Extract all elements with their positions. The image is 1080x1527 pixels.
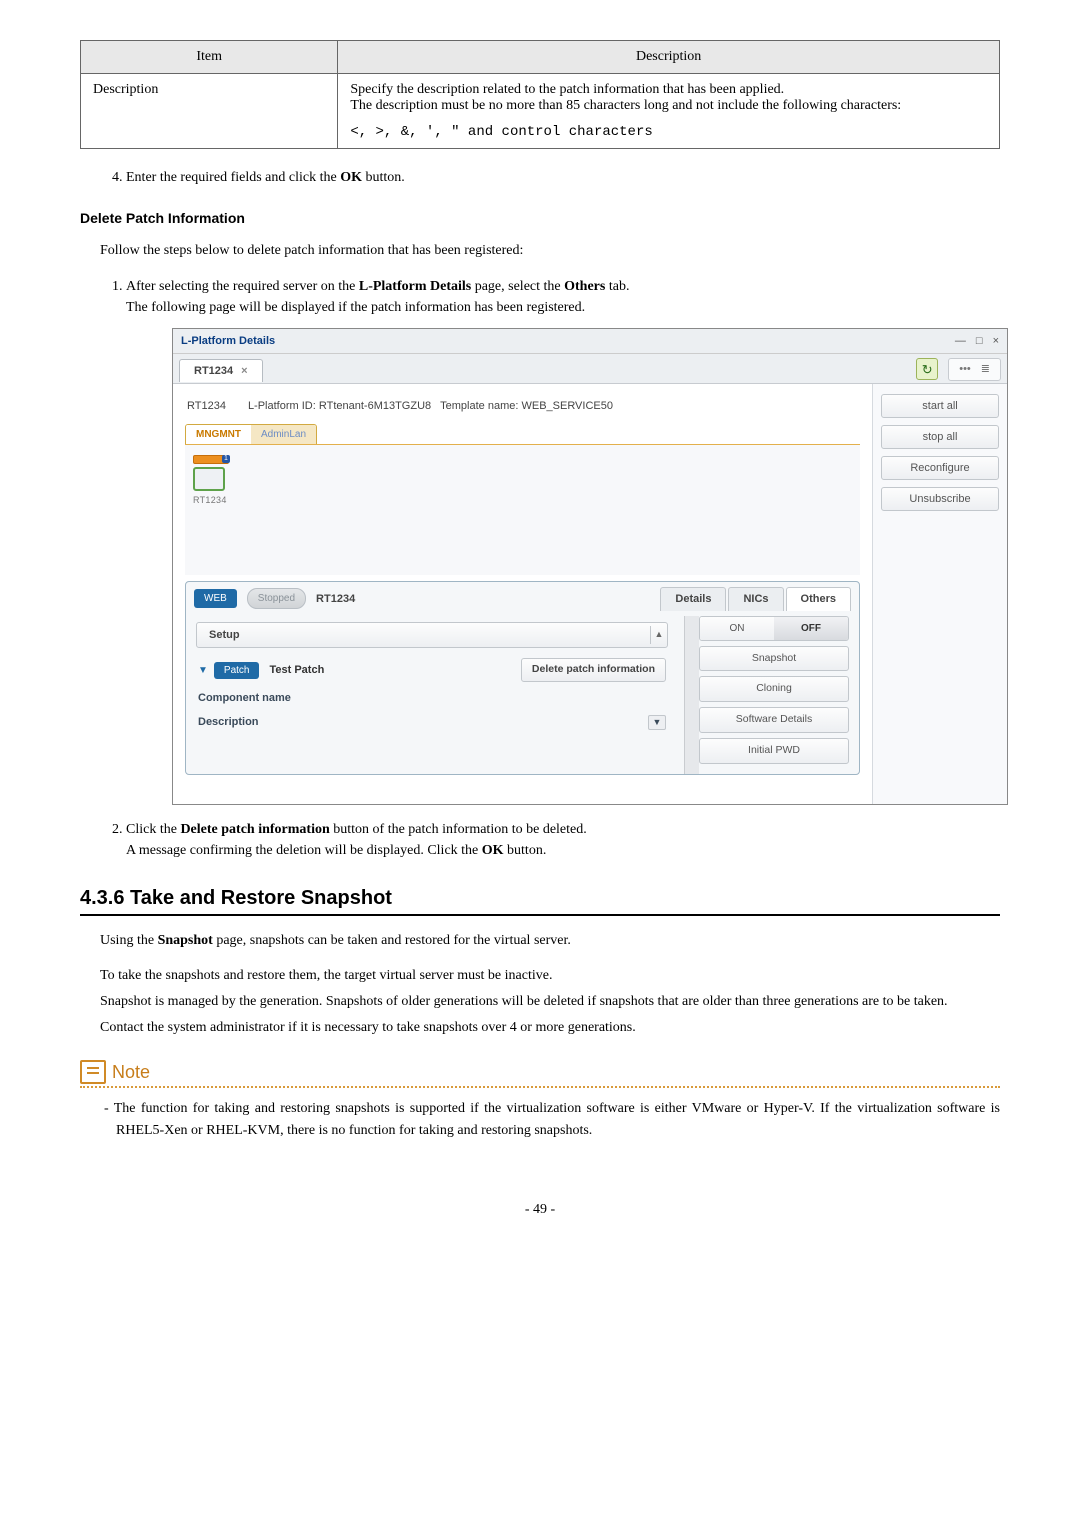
scroll-down-icon[interactable]: ▼ xyxy=(648,715,666,731)
component-name-row: Component name xyxy=(196,686,668,711)
patch-row: ▼ Patch Test Patch Delete patch informat… xyxy=(196,654,668,686)
scrollbar[interactable] xyxy=(684,616,699,774)
tab-adminlan[interactable]: AdminLan xyxy=(251,425,316,444)
toolbar-right[interactable]: ••• ≣ xyxy=(948,358,1001,381)
server-node[interactable]: 1 RT1234 xyxy=(193,455,229,508)
template-label: Template name: xyxy=(440,400,518,412)
tab-others[interactable]: Others xyxy=(786,587,851,611)
section-p1: Using the Snapshot page, snapshots can b… xyxy=(100,930,1000,952)
patch-name: Test Patch xyxy=(269,662,324,679)
refresh-icon: ↻ xyxy=(922,360,933,380)
setup-row[interactable]: Setup ▲ xyxy=(196,622,668,649)
desc-code: <, >, &, ', " and control characters xyxy=(350,124,987,140)
refresh-button[interactable]: ↻ xyxy=(916,358,938,380)
snapshot-button[interactable]: Snapshot xyxy=(699,646,849,672)
note-item-1: The function for taking and restoring sn… xyxy=(104,1098,1000,1141)
step-4: Enter the required fields and click the … xyxy=(126,167,1000,188)
window-titlebar: L-Platform Details — □ × xyxy=(173,329,1007,355)
software-details-button[interactable]: Software Details xyxy=(699,707,849,733)
tab-strip: RT1234 × ↻ ••• ≣ xyxy=(173,354,1007,383)
unsubscribe-button[interactable]: Unsubscribe xyxy=(881,487,999,511)
th-description: Description xyxy=(338,41,1000,74)
badge-web: WEB xyxy=(194,589,237,608)
tab-details[interactable]: Details xyxy=(660,587,726,611)
topology-canvas: 1 RT1234 xyxy=(185,444,860,575)
note-list: The function for taking and restoring sn… xyxy=(104,1098,1000,1141)
delete-patch-button[interactable]: Delete patch information xyxy=(521,658,666,682)
description-table: Item Description Description Specify the… xyxy=(80,40,1000,149)
port-icon: 1 xyxy=(222,455,230,463)
power-toggle[interactable]: ON OFF xyxy=(699,616,849,641)
cloning-button[interactable]: Cloning xyxy=(699,676,849,702)
note-icon xyxy=(80,1060,106,1084)
initial-pwd-button[interactable]: Initial PWD xyxy=(699,738,849,764)
th-item: Item xyxy=(81,41,338,74)
start-all-button[interactable]: start all xyxy=(881,394,999,418)
side-actions: start all stop all Reconfigure Unsubscri… xyxy=(872,384,1007,804)
minimize-icon[interactable]: — xyxy=(955,333,966,350)
section-p2: To take the snapshots and restore them, … xyxy=(100,965,1000,987)
tab-close-icon[interactable]: × xyxy=(241,363,247,380)
toggle-off[interactable]: OFF xyxy=(774,617,848,640)
server-name: RT1234 xyxy=(316,591,355,608)
delete-step-2: Click the Delete patch information butto… xyxy=(126,819,1000,861)
tab-mngmnt[interactable]: MNGMNT xyxy=(186,425,251,444)
section-4-3-6-title: 4.3.6 Take and Restore Snapshot xyxy=(80,887,1000,916)
desc-line2: The description must be no more than 85 … xyxy=(350,98,987,114)
toolbar-list-icon: ≣ xyxy=(981,361,990,378)
scroll-up-icon[interactable]: ▲ xyxy=(650,626,667,644)
steps-list-continued: Enter the required fields and click the … xyxy=(80,167,1000,188)
section-p4: Contact the system administrator if it i… xyxy=(100,1017,1000,1039)
delete-intro: Follow the steps below to delete patch i… xyxy=(100,240,1000,262)
lplatform-name: RT1234 xyxy=(187,398,226,415)
stop-all-button[interactable]: stop all xyxy=(881,425,999,449)
td-description: Specify the description related to the p… xyxy=(338,74,1000,149)
note-divider xyxy=(80,1086,1000,1088)
template-value: WEB_SERVICE50 xyxy=(521,400,613,412)
server-node-label: RT1234 xyxy=(193,494,229,508)
window-title: L-Platform Details xyxy=(181,333,955,350)
tab-rt1234[interactable]: RT1234 × xyxy=(179,359,263,383)
td-item: Description xyxy=(81,74,338,149)
toolbar-dots-icon: ••• xyxy=(959,361,971,378)
badge-patch: Patch xyxy=(214,662,260,679)
badge-stopped: Stopped xyxy=(247,588,306,609)
info-row: RT1234 L-Platform ID: RTtenant-6M13TGZU8… xyxy=(185,394,860,425)
note-label: Note xyxy=(112,1062,150,1083)
toggle-on[interactable]: ON xyxy=(700,617,774,640)
page-number: - 49 - xyxy=(80,1202,1000,1218)
delete-patch-title: Delete Patch Information xyxy=(80,210,1000,226)
network-tabs[interactable]: MNGMNT AdminLan xyxy=(185,424,317,445)
close-icon[interactable]: × xyxy=(993,333,999,350)
lplatform-details-screenshot: L-Platform Details — □ × RT1234 × ↻ ••• … xyxy=(172,328,1008,805)
maximize-icon[interactable]: □ xyxy=(976,333,983,350)
desc-line1: Specify the description related to the p… xyxy=(350,82,987,98)
server-details-panel: WEB Stopped RT1234 Details NICs Others xyxy=(185,581,860,775)
lpid-label: L-Platform ID: xyxy=(248,400,316,412)
delete-step-1: After selecting the required server on t… xyxy=(126,276,1000,805)
note-block: Note The function for taking and restori… xyxy=(80,1060,1000,1141)
description-row: Description ▼ xyxy=(196,710,668,735)
delete-steps: After selecting the required server on t… xyxy=(80,276,1000,861)
section-p3: Snapshot is managed by the generation. S… xyxy=(100,991,1000,1013)
lpid-value: RTtenant-6M13TGZU8 xyxy=(319,400,431,412)
setup-label: Setup xyxy=(197,623,252,648)
expand-icon[interactable]: ▼ xyxy=(198,663,208,678)
reconfigure-button[interactable]: Reconfigure xyxy=(881,456,999,480)
server-icon xyxy=(193,467,225,491)
tab-nics[interactable]: NICs xyxy=(728,587,783,611)
